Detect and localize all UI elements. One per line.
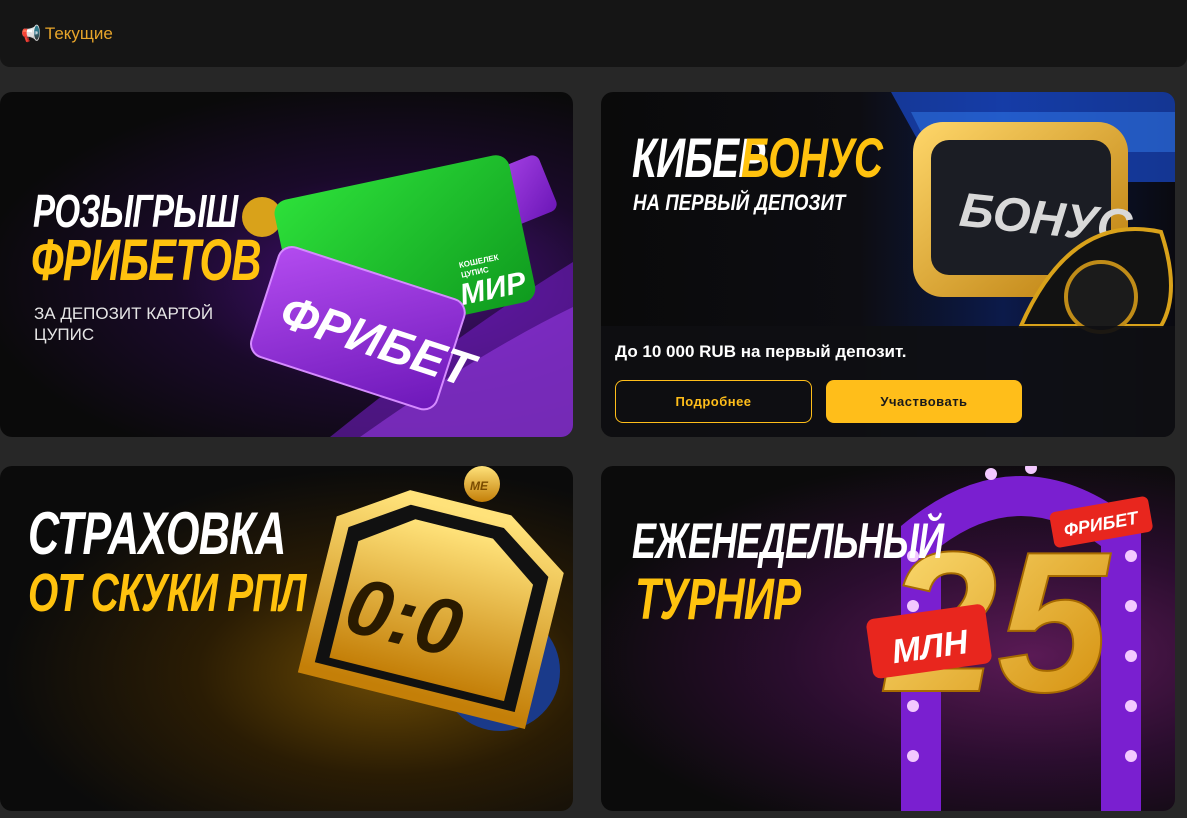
section-title: Текущие <box>44 23 113 43</box>
promo-title-line2: ОТ СКУКИ РПЛ <box>28 563 306 623</box>
section-header: 📢 Текущие <box>0 0 1187 67</box>
promo-subtitle: НА ПЕРВЫЙ ДЕПОЗИТ <box>633 190 846 215</box>
coin-label: МЕ <box>470 479 489 493</box>
promo-title-line2: ТУРНИР <box>635 567 801 632</box>
promo-subtitle-line2: ЦУПИС <box>34 325 95 344</box>
promo-title-line1: СТРАХОВКА <box>28 500 286 567</box>
promo-card-cyber-bonus[interactable]: БОНУС КИБЕР БОНУС НА ПЕРВЫЙ ДЕПОЗИТ До 1… <box>601 92 1175 437</box>
promo-title-bonus: БОНУС <box>741 126 883 189</box>
promo-card-weekly-tournament[interactable]: 25 МЛН ФРИБЕТ ЕЖЕНЕДЕЛЬНЫЙ ТУРНИР <box>601 466 1175 811</box>
megaphone-icon: 📢 <box>21 24 41 43</box>
details-button[interactable]: Подробнее <box>615 380 812 423</box>
promo-title-line2: ФРИБЕТОВ <box>31 228 261 293</box>
promo-subtitle-line1: ЗА ДЕПОЗИТ КАРТОЙ <box>34 304 214 323</box>
participate-button[interactable]: Участвовать <box>826 380 1022 423</box>
promo-description: До 10 000 RUB на первый депозит. <box>615 342 907 361</box>
promo-details-panel: До 10 000 RUB на первый депозит. Подробн… <box>601 326 1175 437</box>
promo-title-line1: ЕЖЕНЕДЕЛЬНЫЙ <box>632 513 944 569</box>
promo-card-rpl-insurance[interactable]: 0:0 МЕ СТРАХОВКА ОТ СКУКИ РПЛ <box>0 466 573 811</box>
promo-card-freebet-draw[interactable]: МИР КОШЕЛЕК ЦУПИС ФРИБЕТ РОЗЫГРЫШ ФРИБЕТ… <box>0 92 573 437</box>
